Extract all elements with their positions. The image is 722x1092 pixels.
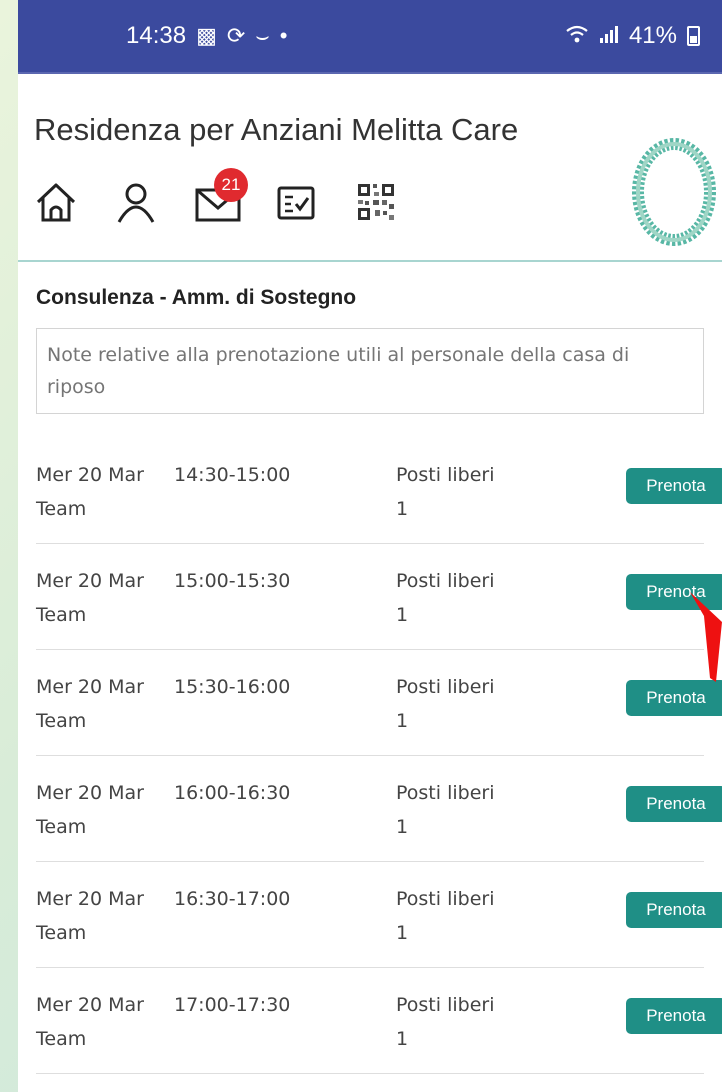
slot-time: 17:00-17:30 bbox=[174, 994, 291, 1016]
main-content: Consulenza - Amm. di Sostegno Mer 20 Mar… bbox=[18, 262, 722, 1074]
nav-icon-row: 21 bbox=[34, 168, 398, 224]
slot-row: Mer 20 Mar 17:00-17:30 Team Posti liberi… bbox=[36, 968, 722, 1074]
slot-posti-label: Posti liberi bbox=[396, 888, 495, 910]
slot-team: Team bbox=[36, 498, 87, 520]
slot-posti-count: 1 bbox=[396, 710, 409, 732]
battery-icon bbox=[687, 26, 700, 46]
slot-date: Mer 20 Mar bbox=[36, 888, 144, 910]
prenota-button[interactable]: Prenota bbox=[626, 468, 722, 504]
slot-time: 15:30-16:00 bbox=[174, 676, 291, 698]
slot-posti-count: 1 bbox=[396, 816, 409, 838]
prenota-button[interactable]: Prenota bbox=[626, 786, 722, 822]
wifi-icon bbox=[565, 24, 589, 48]
slot-posti-count: 1 bbox=[396, 922, 409, 944]
slot-list: Mer 20 Mar 14:30-15:00 Team Posti liberi… bbox=[36, 460, 722, 1074]
mail-icon[interactable]: 21 bbox=[194, 168, 248, 224]
slot-date: Mer 20 Mar bbox=[36, 464, 144, 486]
status-left: 14:38 ▩ ⟳ ⌣ • bbox=[126, 22, 287, 50]
user-icon[interactable] bbox=[114, 180, 158, 224]
slot-row: Mer 20 Mar 14:30-15:00 Team Posti liberi… bbox=[36, 460, 722, 544]
slot-posti-label: Posti liberi bbox=[396, 782, 495, 804]
prenota-button[interactable]: Prenota bbox=[626, 680, 722, 716]
slot-posti-count: 1 bbox=[396, 498, 409, 520]
slot-posti-count: 1 bbox=[396, 1028, 409, 1050]
slot-posti-label: Posti liberi bbox=[396, 464, 495, 486]
booking-notes-input[interactable] bbox=[36, 328, 704, 414]
slot-team: Team bbox=[36, 710, 87, 732]
prenota-button[interactable]: Prenota bbox=[626, 998, 722, 1034]
slot-posti-label: Posti liberi bbox=[396, 994, 495, 1016]
slot-team: Team bbox=[36, 1028, 87, 1050]
slot-team: Team bbox=[36, 922, 87, 944]
dot-icon: • bbox=[279, 23, 288, 48]
ribbon-icon: ⌣ bbox=[255, 23, 270, 48]
sync-icon: ⟳ bbox=[226, 23, 246, 48]
slot-date: Mer 20 Mar bbox=[36, 676, 144, 698]
home-icon[interactable] bbox=[34, 180, 78, 224]
slot-time: 15:00-15:30 bbox=[174, 570, 291, 592]
page-title: Residenza per Anziani Melitta Care bbox=[34, 112, 519, 147]
status-bar: 14:38 ▩ ⟳ ⌣ • 41% bbox=[18, 0, 722, 74]
slot-time: 16:00-16:30 bbox=[174, 782, 291, 804]
battery-percent: 41% bbox=[628, 22, 677, 49]
app-header: Residenza per Anziani Melitta Care 21 bbox=[18, 74, 722, 262]
qr-code-icon[interactable] bbox=[354, 180, 398, 224]
slot-date: Mer 20 Mar bbox=[36, 570, 144, 592]
slot-posti-count: 1 bbox=[396, 604, 409, 626]
status-right: 41% bbox=[565, 22, 700, 50]
status-time: 14:38 bbox=[126, 22, 187, 49]
prenota-button[interactable]: Prenota bbox=[626, 892, 722, 928]
slot-row: Mer 20 Mar 15:30-16:00 Team Posti liberi… bbox=[36, 650, 722, 756]
slot-time: 16:30-17:00 bbox=[174, 888, 291, 910]
phone-screen: 14:38 ▩ ⟳ ⌣ • 41% Residenza per Anziani … bbox=[18, 0, 722, 1092]
annotation-arrow-icon bbox=[690, 592, 722, 682]
gallery-icon: ▩ bbox=[196, 23, 217, 48]
slot-team: Team bbox=[36, 604, 87, 626]
slot-date: Mer 20 Mar bbox=[36, 994, 144, 1016]
slot-posti-label: Posti liberi bbox=[396, 676, 495, 698]
signal-icon bbox=[599, 24, 619, 48]
checklist-icon[interactable] bbox=[274, 180, 318, 224]
slot-date: Mer 20 Mar bbox=[36, 782, 144, 804]
section-title: Consulenza - Amm. di Sostegno bbox=[36, 286, 357, 309]
slot-row: Mer 20 Mar 16:00-16:30 Team Posti liberi… bbox=[36, 756, 722, 862]
slot-posti-label: Posti liberi bbox=[396, 570, 495, 592]
slot-row: Mer 20 Mar 15:00-15:30 Team Posti liberi… bbox=[36, 544, 722, 650]
melitta-care-logo bbox=[612, 124, 722, 254]
slot-team: Team bbox=[36, 816, 87, 838]
slot-time: 14:30-15:00 bbox=[174, 464, 291, 486]
slot-row: Mer 20 Mar 16:30-17:00 Team Posti liberi… bbox=[36, 862, 722, 968]
messages-badge: 21 bbox=[214, 168, 248, 202]
